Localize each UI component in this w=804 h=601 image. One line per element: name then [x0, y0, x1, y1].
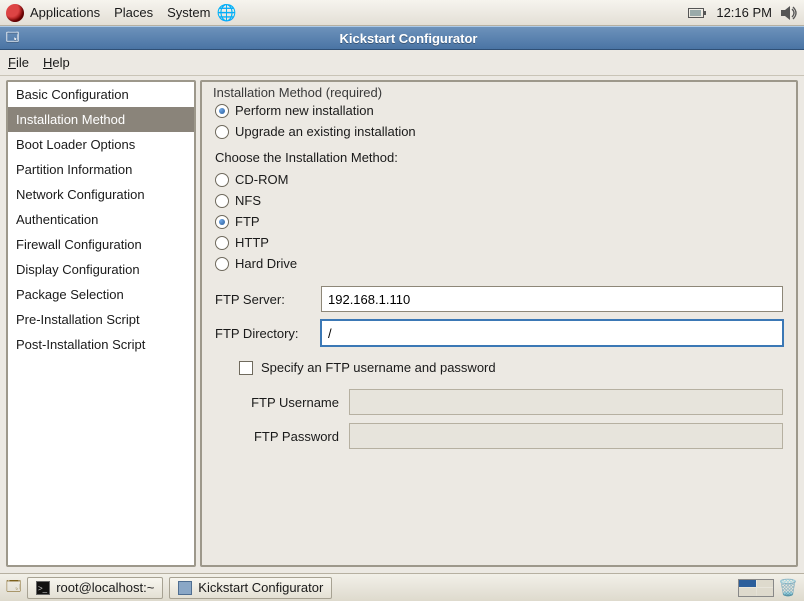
panel-tray: 12:16 PM — [688, 5, 798, 21]
radio-label: Upgrade an existing installation — [235, 124, 416, 139]
browser-launcher-icon[interactable]: 🌐 — [216, 3, 236, 23]
sidebar-item-display[interactable]: Display Configuration — [8, 257, 194, 282]
battery-icon[interactable] — [688, 7, 708, 19]
checkbox-indicator-icon — [239, 361, 253, 375]
task-terminal[interactable]: >_ root@localhost:~ — [27, 577, 163, 599]
workspace-switcher[interactable] — [738, 579, 774, 597]
menu-file[interactable]: File — [8, 55, 29, 70]
radio-label: Perform new installation — [235, 103, 374, 118]
checkbox-label: Specify an FTP username and password — [261, 360, 496, 375]
app-menubar: File Help — [0, 50, 804, 76]
ftp-form: FTP Server: FTP Directory: Specify an FT… — [207, 274, 791, 457]
task-label: root@localhost:~ — [56, 580, 154, 595]
radio-indicator-icon — [215, 215, 229, 229]
sidebar-item-partition[interactable]: Partition Information — [8, 157, 194, 182]
row-ftp-auth-toggle[interactable]: Specify an FTP username and password — [207, 350, 791, 385]
menu-system[interactable]: System — [167, 5, 210, 20]
radio-method-harddrive[interactable]: Hard Drive — [207, 253, 791, 274]
terminal-icon: >_ — [36, 581, 50, 595]
taskbar-right: 🗑️ — [738, 578, 798, 598]
bottom-taskbar: 🗔 >_ root@localhost:~ Kickstart Configur… — [0, 573, 804, 601]
ftp-server-input[interactable] — [321, 286, 783, 312]
distro-icon[interactable] — [6, 4, 24, 22]
sidebar-item-install-method[interactable]: Installation Method — [8, 107, 194, 132]
task-label: Kickstart Configurator — [198, 580, 323, 595]
sidebar-item-auth[interactable]: Authentication — [8, 207, 194, 232]
radio-label: NFS — [235, 193, 261, 208]
radio-method-cdrom[interactable]: CD-ROM — [207, 169, 791, 190]
ftp-password-label: FTP Password — [235, 429, 343, 444]
gnome-panel: Applications Places System 🌐 12:16 PM — [0, 0, 804, 26]
radio-upgrade-install[interactable]: Upgrade an existing installation — [207, 121, 791, 142]
radio-label: FTP — [235, 214, 260, 229]
radio-label: CD-ROM — [235, 172, 288, 187]
window-menu-icon[interactable]: 🗔 — [6, 28, 19, 49]
task-kickstart[interactable]: Kickstart Configurator — [169, 577, 332, 599]
row-ftp-username: FTP Username — [207, 385, 791, 419]
radio-label: HTTP — [235, 235, 269, 250]
menu-places[interactable]: Places — [114, 5, 153, 20]
sidebar-item-preinstall[interactable]: Pre-Installation Script — [8, 307, 194, 332]
ftp-dir-label: FTP Directory: — [215, 326, 315, 341]
row-ftp-dir: FTP Directory: — [207, 316, 791, 350]
main-area: Basic Configuration Installation Method … — [0, 76, 804, 573]
menu-help[interactable]: Help — [43, 55, 70, 70]
radio-method-nfs[interactable]: NFS — [207, 190, 791, 211]
radio-indicator-icon — [215, 125, 229, 139]
row-ftp-password: FTP Password — [207, 419, 791, 453]
method-heading: Choose the Installation Method: — [207, 142, 791, 169]
radio-indicator-icon — [215, 173, 229, 187]
row-ftp-server: FTP Server: — [207, 282, 791, 316]
install-method-group: Installation Method (required) Perform n… — [206, 85, 792, 458]
panel-menus: Applications Places System — [30, 5, 210, 20]
volume-icon[interactable] — [780, 5, 798, 21]
radio-indicator-icon — [215, 194, 229, 208]
ftp-server-label: FTP Server: — [215, 292, 315, 307]
ftp-username-label: FTP Username — [235, 395, 343, 410]
sidebar-item-packages[interactable]: Package Selection — [8, 282, 194, 307]
radio-label: Hard Drive — [235, 256, 297, 271]
clock[interactable]: 12:16 PM — [716, 5, 772, 20]
radio-new-install[interactable]: Perform new installation — [207, 100, 791, 121]
ftp-username-input[interactable] — [349, 389, 783, 415]
trash-icon[interactable]: 🗑️ — [778, 578, 798, 598]
app-icon — [178, 581, 192, 595]
sidebar-item-postinstall[interactable]: Post-Installation Script — [8, 332, 194, 357]
radio-indicator-icon — [215, 236, 229, 250]
radio-method-ftp[interactable]: FTP — [207, 211, 791, 232]
content-pane: Installation Method (required) Perform n… — [200, 80, 798, 567]
sidebar-item-network[interactable]: Network Configuration — [8, 182, 194, 207]
section-list[interactable]: Basic Configuration Installation Method … — [6, 80, 196, 567]
window-title: Kickstart Configurator — [340, 31, 478, 46]
sidebar-item-basic[interactable]: Basic Configuration — [8, 82, 194, 107]
window-titlebar[interactable]: 🗔 Kickstart Configurator — [0, 26, 804, 50]
radio-indicator-icon — [215, 257, 229, 271]
radio-indicator-icon — [215, 104, 229, 118]
ftp-dir-input[interactable] — [321, 320, 783, 346]
sidebar-item-bootloader[interactable]: Boot Loader Options — [8, 132, 194, 157]
sidebar-item-firewall[interactable]: Firewall Configuration — [8, 232, 194, 257]
install-method-legend: Installation Method (required) — [211, 85, 384, 100]
menu-applications[interactable]: Applications — [30, 5, 100, 20]
svg-text:>_: >_ — [38, 584, 48, 593]
show-desktop-icon[interactable]: 🗔 — [6, 576, 21, 600]
radio-method-http[interactable]: HTTP — [207, 232, 791, 253]
ftp-password-input[interactable] — [349, 423, 783, 449]
